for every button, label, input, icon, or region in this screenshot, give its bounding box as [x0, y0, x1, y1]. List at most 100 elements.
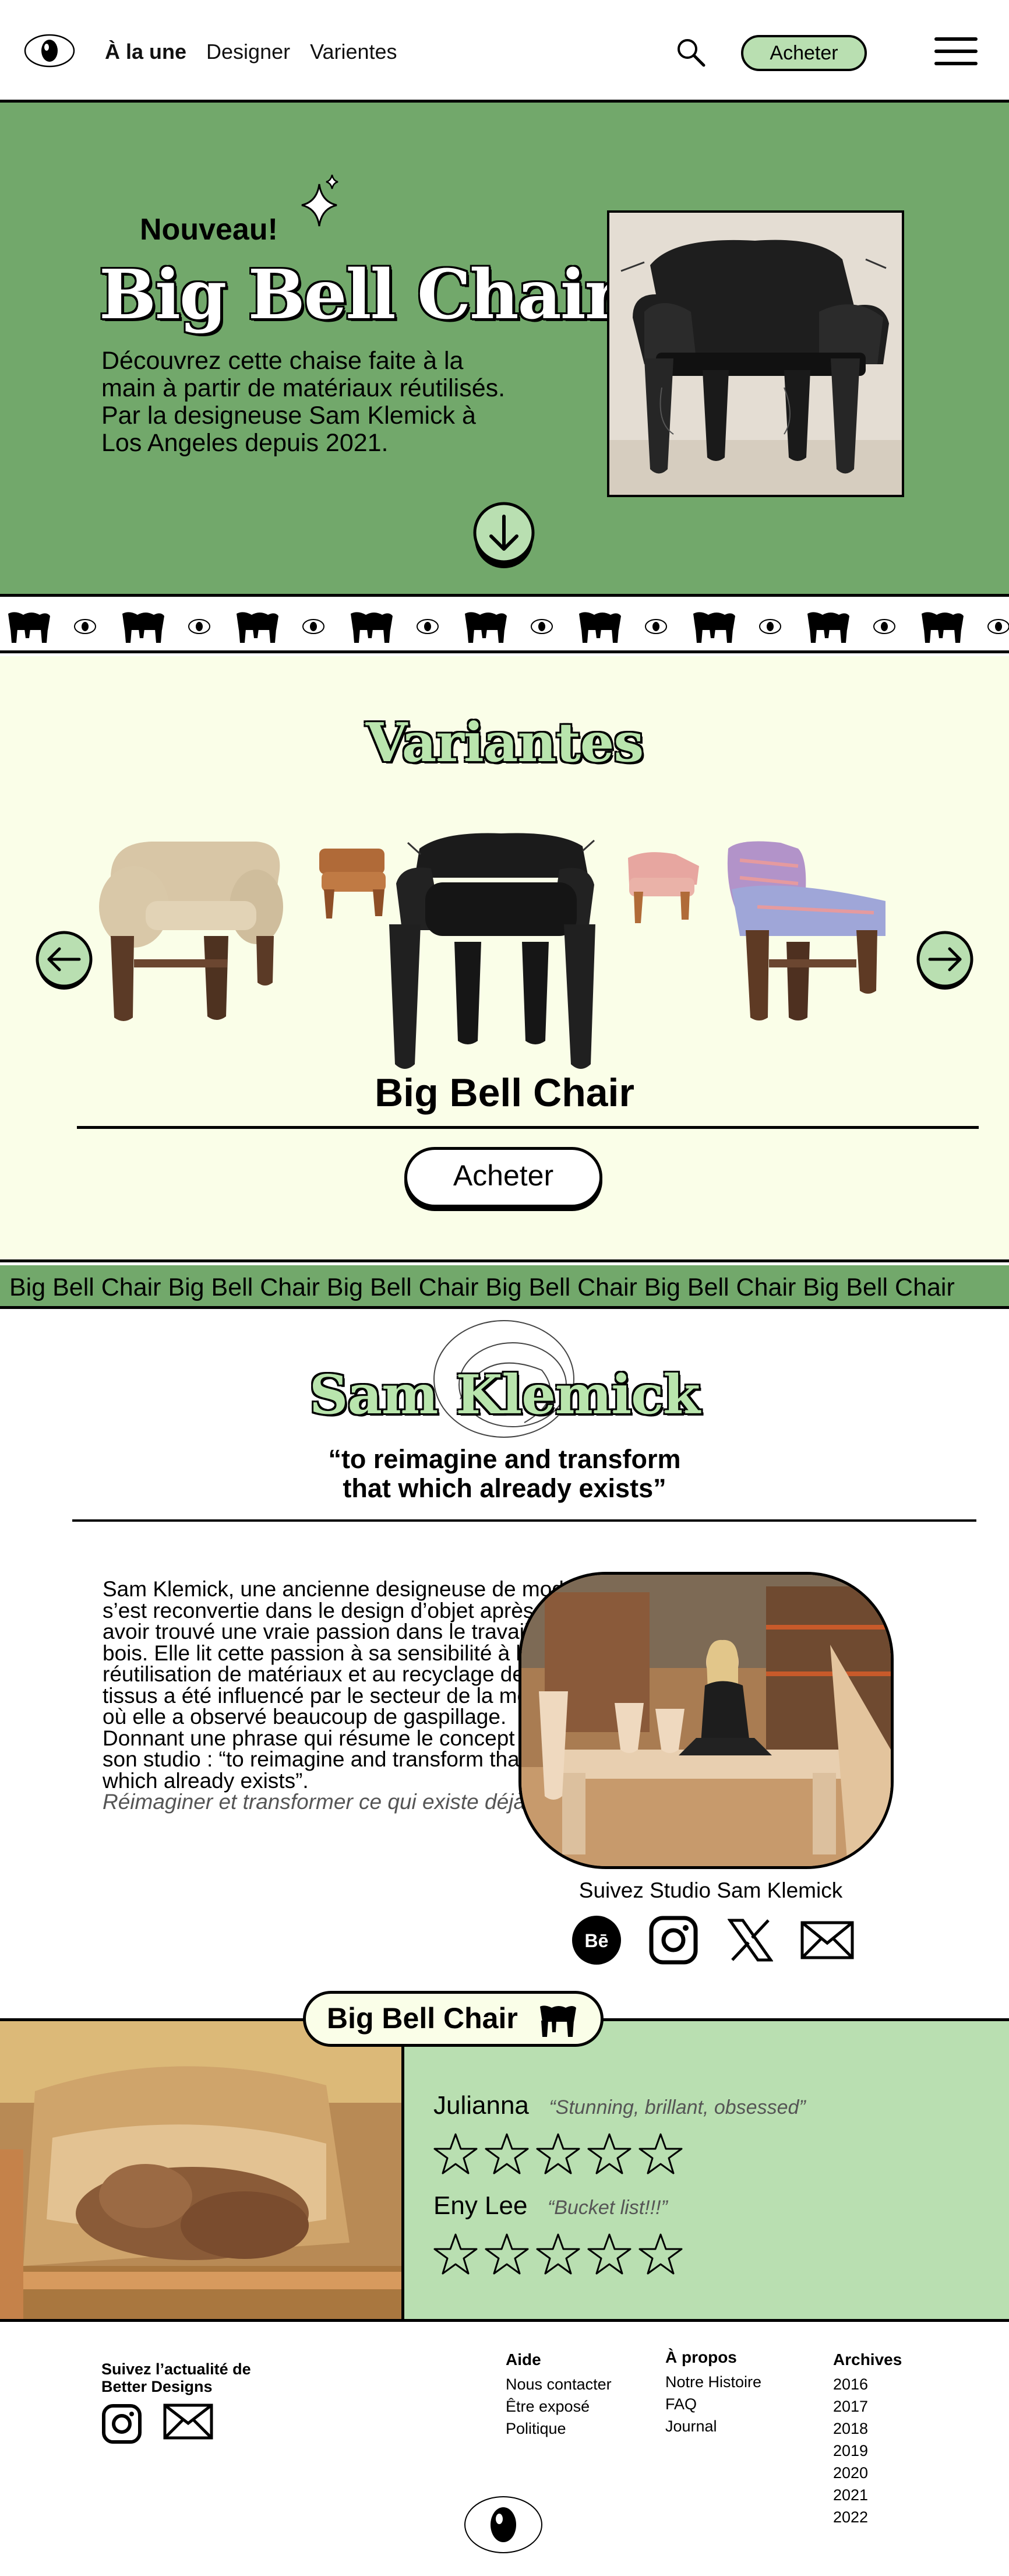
svg-text:Bē: Bē [585, 1930, 609, 1951]
footer-follow-title: Suivez l’actualité de Better Designs [101, 2360, 251, 2395]
nav-link-varientes[interactable]: Varientes [310, 40, 397, 64]
scroll-down-button[interactable] [472, 499, 536, 572]
divider [72, 1519, 976, 1522]
designer-quote-line-2: that which already exists” [343, 1473, 666, 1503]
instagram-icon[interactable] [644, 1914, 703, 1966]
chair-glyph-icon [351, 612, 393, 643]
mail-icon[interactable] [163, 2403, 213, 2440]
mail-icon[interactable] [798, 1914, 856, 1966]
hero-kicker: Nouveau! [140, 213, 278, 247]
top-nav: À la une Designer Varientes Acheter [0, 0, 1009, 103]
star-icon[interactable] [485, 2232, 529, 2276]
chair-black-leather[interactable] [389, 833, 595, 1069]
behance-icon[interactable]: Bē [567, 1914, 626, 1966]
designer-bio-translation: Réimaginer et transformer ce qui existe … [103, 1790, 525, 1814]
eye-icon [188, 619, 210, 634]
follow-studio-label: Suivez Studio Sam Klemick [578, 1878, 843, 1902]
footer-col-heading: Archives [833, 2350, 902, 2369]
instagram-icon[interactable] [101, 2403, 142, 2444]
nav-link-a-la-une[interactable]: À la une [105, 40, 186, 64]
designer-socials: Bē [567, 1914, 856, 1966]
chair-glyph-icon [540, 2005, 576, 2037]
footer-link[interactable]: 2022 [833, 2506, 902, 2528]
footer-link[interactable]: 2019 [833, 2440, 902, 2462]
eye-icon [759, 619, 781, 634]
review-photo [0, 2021, 404, 2319]
star-icon[interactable] [485, 2132, 529, 2176]
chair-small-tan-leather[interactable] [319, 849, 386, 919]
hero-section: Nouveau! Big Bell Chair Découvrez cette … [0, 103, 1009, 597]
hamburger-menu-icon[interactable] [934, 37, 978, 68]
chair-glyph-icon [122, 612, 164, 643]
footer-link[interactable]: 2020 [833, 2462, 902, 2484]
x-icon[interactable] [721, 1914, 779, 1966]
reviews-badge: Big Bell Chair [303, 1991, 604, 2047]
eye-logo-icon[interactable] [463, 2494, 544, 2555]
footer-link[interactable]: 2017 [833, 2395, 902, 2417]
eye-logo-icon[interactable] [23, 33, 76, 68]
chair-glyph-icon [8, 612, 50, 643]
sparkle-icon [301, 174, 338, 227]
footer-col-aide: Aide Nous contacter Être exposé Politiqu… [506, 2349, 612, 2440]
carousel-next-button[interactable] [915, 930, 975, 991]
chair-small-pink[interactable] [628, 852, 699, 923]
review-author: Eny Lee [433, 2191, 528, 2220]
footer-link[interactable]: 2018 [833, 2417, 902, 2440]
search-icon[interactable] [675, 36, 707, 69]
designer-bio-text: Sam Klemick, une ancienne designeuse de … [103, 1577, 576, 1793]
footer-link[interactable]: Nous contacter [506, 2373, 612, 2395]
star-icon[interactable] [433, 2232, 478, 2276]
footer-col-heading: À propos [665, 2348, 737, 2366]
reviews-section: Big Bell Chair Julianna “Stunning, brill… [0, 1991, 1009, 2322]
chair-patterned-fabric[interactable] [727, 841, 885, 1020]
hero-title: Big Bell Chair [99, 255, 620, 335]
hero-description: Découvrez cette chaise faite à la main à… [101, 347, 506, 457]
star-icon[interactable] [536, 2132, 580, 2176]
variant-product-name: Big Bell Chair [375, 1071, 634, 1115]
designer-name: Sam Klemick [309, 1363, 700, 1426]
footer-link[interactable]: Journal [665, 2415, 761, 2437]
footer: Suivez l’actualité de Better Designs Aid… [0, 2322, 1009, 2576]
footer-link[interactable]: Politique [506, 2417, 612, 2440]
variants-section: Variantes Big Bell Chair Acheter [0, 656, 1009, 1262]
buy-button[interactable]: Acheter [741, 35, 867, 71]
chair-glyph-icon [807, 612, 849, 643]
designer-quote-line-1: “to reimagine and transform [328, 1444, 681, 1474]
footer-col-archives: Archives 2016 2017 2018 2019 2020 2021 2… [833, 2349, 902, 2528]
variant-buy-button[interactable]: Acheter [404, 1147, 602, 1208]
review-item: Julianna “Stunning, brillant, obsessed” [433, 2091, 806, 2176]
eye-icon [873, 619, 895, 634]
star-icon[interactable] [433, 2132, 478, 2176]
eye-icon [302, 619, 324, 634]
designer-bio: Sam Klemick, une ancienne designeuse de … [103, 1577, 580, 1814]
nav-link-designer[interactable]: Designer [206, 40, 290, 64]
carousel-prev-button[interactable] [34, 930, 94, 991]
chair-glyph-icon [693, 612, 735, 643]
star-icon[interactable] [638, 2132, 683, 2176]
eye-icon [645, 619, 667, 634]
eye-icon [417, 619, 439, 634]
footer-link[interactable]: FAQ [665, 2393, 761, 2415]
marquee-item: Big Bell Chair [9, 1273, 161, 1301]
review-text: “Stunning, brillant, obsessed” [549, 2096, 806, 2118]
star-icon[interactable] [587, 2232, 631, 2276]
star-icon[interactable] [638, 2232, 683, 2276]
footer-link[interactable]: Notre Histoire [665, 2371, 761, 2393]
footer-link[interactable]: Être exposé [506, 2395, 612, 2417]
review-item: Eny Lee “Bucket list!!!” [433, 2191, 683, 2276]
chair-glyph-icon [465, 612, 507, 643]
designer-portrait [518, 1572, 894, 1869]
eye-icon [74, 619, 96, 634]
review-text: “Bucket list!!!” [547, 2197, 668, 2219]
footer-link[interactable]: 2016 [833, 2373, 902, 2395]
divider [77, 1126, 979, 1129]
marquee-item: Big Bell Chair [644, 1273, 796, 1301]
chair-glyph-icon [922, 612, 964, 643]
chair-boucle-cream[interactable] [99, 842, 283, 1021]
star-icon[interactable] [536, 2232, 580, 2276]
marquee-item: Big Bell Chair [485, 1273, 637, 1301]
star-icon[interactable] [587, 2132, 631, 2176]
footer-socials [101, 2403, 213, 2444]
footer-link[interactable]: 2021 [833, 2484, 902, 2506]
designer-section: Sam Klemick “to reimagine and transform … [0, 1312, 1009, 2018]
